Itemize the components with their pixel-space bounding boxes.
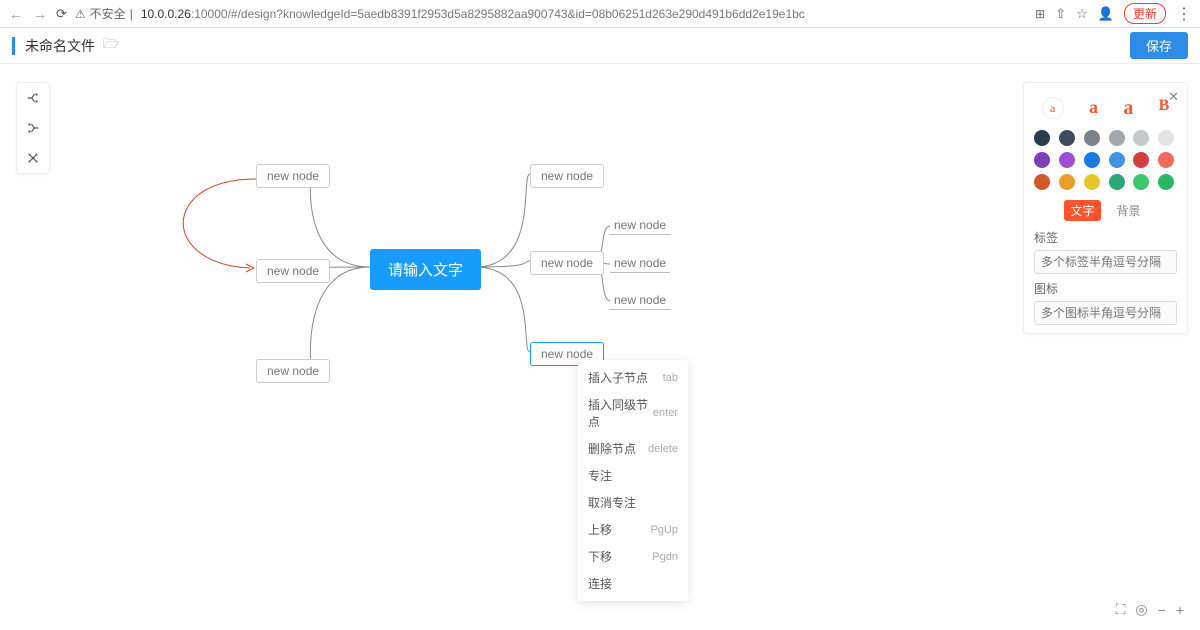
menu-unfocus[interactable]: 取消专注 (578, 489, 688, 516)
security-label: 不安全 (90, 5, 126, 22)
center-node[interactable]: 请输入文字 (370, 249, 481, 290)
file-title[interactable]: 未命名文件 (25, 36, 95, 56)
color-swatches (1034, 130, 1177, 190)
folder-icon[interactable]: 🗁 (103, 35, 119, 57)
update-button[interactable]: 更新 (1124, 3, 1166, 24)
color-swatch-8[interactable] (1084, 152, 1100, 168)
grandchild-2[interactable]: new node (610, 254, 670, 273)
profile-icon[interactable]: 👤 (1098, 6, 1114, 22)
color-swatch-3[interactable] (1109, 130, 1125, 146)
font-size-row: a a a B (1034, 97, 1177, 120)
back-button[interactable]: ← (8, 6, 24, 22)
save-button[interactable]: 保存 (1130, 32, 1188, 59)
security-indicator[interactable]: ⚠ 不安全 | (75, 5, 133, 22)
forward-button[interactable]: → (32, 6, 48, 22)
tab-text[interactable]: 文字 (1064, 200, 1100, 221)
warning-icon: ⚠ (75, 7, 86, 21)
color-swatch-14[interactable] (1084, 174, 1100, 190)
menu-dots-icon[interactable]: ⋮ (1176, 4, 1192, 24)
color-swatch-12[interactable] (1034, 174, 1050, 190)
icons-input[interactable] (1034, 301, 1177, 325)
color-swatch-9[interactable] (1109, 152, 1125, 168)
style-panel: ✕ a a a B 文字 背景 标签 图标 (1023, 82, 1188, 334)
color-swatch-10[interactable] (1133, 152, 1149, 168)
menu-move-up[interactable]: 上移PgUp (578, 516, 688, 543)
share-icon[interactable]: ⇧ (1055, 6, 1066, 22)
node-left-3[interactable]: new node (256, 359, 330, 383)
color-swatch-2[interactable] (1084, 130, 1100, 146)
reload-button[interactable]: ⟳ (56, 6, 67, 22)
zoom-out-icon[interactable]: − (1158, 602, 1166, 618)
fullscreen-icon[interactable]: ⛶ (1116, 601, 1126, 618)
app-header: 未命名文件 🗁 保存 (0, 28, 1200, 64)
color-swatch-0[interactable] (1034, 130, 1050, 146)
color-swatch-15[interactable] (1109, 174, 1125, 190)
node-left-2[interactable]: new node (256, 259, 330, 283)
menu-focus[interactable]: 专注 (578, 462, 688, 489)
menu-connect[interactable]: 连接 (578, 570, 688, 597)
labels-input[interactable] (1034, 250, 1177, 274)
center-view-icon[interactable]: ◎ (1135, 601, 1147, 618)
workspace: 请输入文字 new node new node new node new nod… (0, 64, 1200, 630)
menu-insert-sibling[interactable]: 插入同级节点enter (578, 391, 688, 435)
mindmap-canvas[interactable]: 请输入文字 new node new node new node new nod… (0, 64, 1200, 630)
font-size-xs[interactable]: a (1042, 97, 1064, 119)
menu-delete-node[interactable]: 删除节点delete (578, 435, 688, 462)
color-swatch-16[interactable] (1133, 174, 1149, 190)
text-bg-tabs: 文字 背景 (1034, 200, 1177, 221)
menu-move-down[interactable]: 下移Pgdn (578, 543, 688, 570)
color-swatch-17[interactable] (1158, 174, 1174, 190)
color-swatch-5[interactable] (1158, 130, 1174, 146)
header-accent (12, 37, 15, 55)
font-size-lg[interactable]: a (1123, 97, 1133, 120)
node-left-1[interactable]: new node (256, 164, 330, 188)
color-swatch-6[interactable] (1034, 152, 1050, 168)
grandchild-1[interactable]: new node (610, 216, 670, 235)
context-menu: 插入子节点tab 插入同级节点enter 删除节点delete 专注 取消专注 … (578, 360, 688, 601)
node-right-2[interactable]: new node (530, 251, 604, 275)
tab-background[interactable]: 背景 (1111, 200, 1147, 221)
icons-title: 图标 (1034, 280, 1177, 297)
bookmark-icon[interactable]: ☆ (1076, 6, 1088, 22)
browser-bar: ← → ⟳ ⚠ 不安全 | 10.0.0.26:10000/#/design?k… (0, 0, 1200, 28)
qr-icon[interactable]: ⊞ (1035, 7, 1045, 21)
view-controls: ⛶ ◎ − + (1116, 601, 1184, 618)
color-swatch-4[interactable] (1133, 130, 1149, 146)
font-size-sm[interactable]: a (1089, 97, 1098, 120)
close-icon[interactable]: ✕ (1168, 89, 1179, 105)
color-swatch-11[interactable] (1158, 152, 1174, 168)
color-swatch-1[interactable] (1059, 130, 1075, 146)
labels-title: 标签 (1034, 229, 1177, 246)
color-swatch-13[interactable] (1059, 174, 1075, 190)
node-right-1[interactable]: new node (530, 164, 604, 188)
grandchild-3[interactable]: new node (610, 291, 670, 310)
address-bar[interactable]: 10.0.0.26:10000/#/design?knowledgeId=5ae… (141, 7, 1027, 21)
color-swatch-7[interactable] (1059, 152, 1075, 168)
menu-insert-child[interactable]: 插入子节点tab (578, 364, 688, 391)
zoom-in-icon[interactable]: + (1176, 602, 1184, 618)
